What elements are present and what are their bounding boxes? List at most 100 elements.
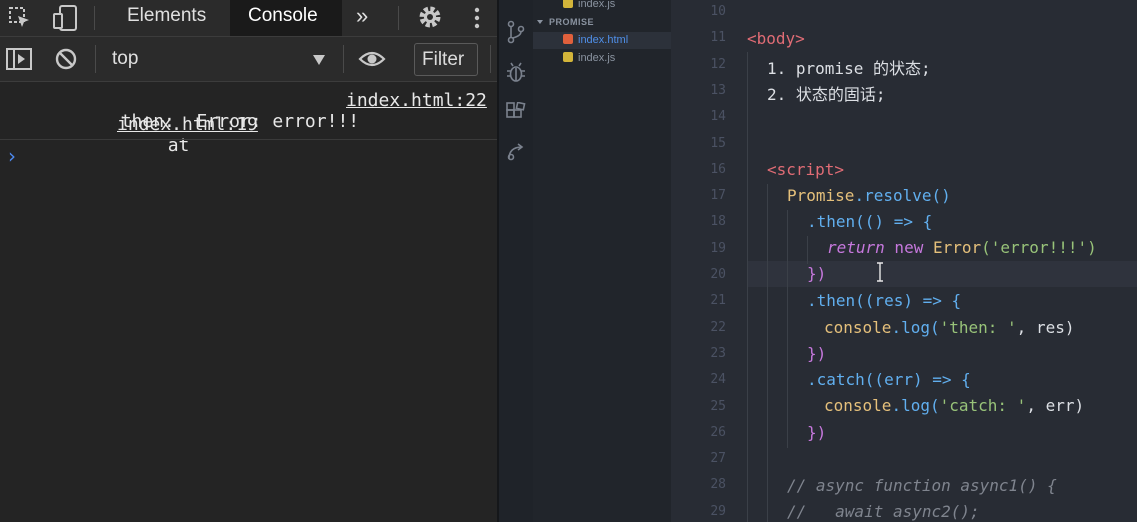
line-number: 23 [710, 345, 726, 361]
code-line-29: // await async2(); [787, 502, 980, 521]
html-tag: <script> [767, 160, 845, 179]
string-literal: ('error!!!') [981, 238, 1097, 257]
source-control-icon[interactable] [506, 20, 526, 44]
device-toolbar-icon[interactable] [52, 4, 78, 32]
line-number: 25 [710, 398, 726, 414]
bracket: }) [807, 264, 827, 283]
line-number: 27 [710, 451, 726, 467]
context-selector-value: top [112, 48, 139, 69]
code-line-12: 1. promise 的状态; [767, 55, 931, 79]
text-content: 1. promise 的状态; [767, 59, 931, 78]
filter-placeholder: Filter [422, 49, 465, 70]
extensions-icon[interactable] [506, 101, 526, 122]
line-number: 15 [710, 135, 726, 151]
argument: , err) [1026, 396, 1085, 415]
line-number: 29 [710, 503, 726, 519]
devtools-tabbar: Elements Console » [0, 0, 497, 37]
html-tag: <body> [747, 29, 805, 48]
tab-console[interactable]: Console [230, 0, 342, 36]
code-line-26: }) [807, 423, 826, 442]
line-number: 18 [710, 214, 726, 230]
code-line-25: console.log('catch: ', err) [824, 396, 1084, 415]
chevron-down-icon [312, 53, 326, 71]
line-number: 17 [710, 188, 726, 204]
debug-bug-icon[interactable] [506, 61, 526, 83]
html-file-icon [563, 34, 573, 44]
line-number: 24 [710, 372, 726, 388]
code-line-22: console.log('then: ', res) [824, 318, 1074, 337]
text-cursor-icon [875, 262, 885, 282]
file-item-index-html[interactable]: index.html [563, 32, 628, 48]
line-number: 19 [710, 240, 726, 256]
argument: , res) [1016, 318, 1075, 337]
file-item-index-js[interactable]: index.js [563, 50, 615, 66]
code-line-19: return new Error('error!!!') [827, 238, 1097, 257]
method-call: .log( [891, 396, 940, 415]
code-line-17: Promise.resolve() [787, 186, 951, 205]
line-number: 22 [710, 319, 726, 335]
method-call: .resolve() [854, 186, 951, 205]
message-divider [0, 139, 497, 140]
tab-elements[interactable]: Elements [127, 0, 206, 36]
text-content: 2. 状态的固话; [767, 85, 886, 104]
live-expression-eye-icon[interactable] [358, 48, 386, 70]
line-number: 16 [710, 161, 726, 177]
method-call: .then(() => { [807, 212, 933, 231]
inspect-element-icon[interactable] [8, 6, 32, 30]
keyword: new [884, 238, 933, 257]
js-file-icon [563, 52, 573, 62]
chevron-down-icon [537, 20, 543, 24]
code-line-16: <script> [767, 160, 844, 179]
string-literal: 'catch: ' [939, 396, 1027, 415]
settings-gear-icon[interactable] [417, 4, 443, 30]
file-name: index.js [578, 52, 616, 64]
line-number: 10 [710, 4, 726, 19]
bracket: }) [807, 423, 827, 442]
remote-explorer-icon[interactable] [506, 142, 526, 162]
indent-guide [787, 210, 788, 448]
line-number: 26 [710, 424, 726, 440]
code-line-18: .then(() => { [807, 212, 932, 231]
sidebar-toggle-icon[interactable] [6, 48, 32, 70]
bracket: }) [807, 344, 827, 363]
keyword: return [827, 238, 885, 257]
method-call: .catch((err) => { [807, 370, 971, 389]
js-file-icon [563, 0, 573, 8]
line-number: 28 [710, 477, 726, 493]
code-line-24: .catch((err) => { [807, 370, 971, 389]
current-line-highlight [747, 261, 1137, 287]
indent-guide [747, 52, 748, 522]
console-prompt[interactable]: › [0, 142, 497, 170]
identifier: console [824, 396, 892, 415]
line-number: 11 [710, 30, 726, 46]
line-number: 12 [710, 56, 726, 72]
prompt-chevron-icon: › [8, 144, 16, 168]
filter-input[interactable]: Filter [414, 43, 478, 76]
screen: Elements Console » top Filter then: Erro… [0, 0, 1137, 522]
kebab-menu-icon[interactable] [472, 6, 482, 30]
source-link[interactable]: index.html:22 [346, 90, 487, 111]
identifier: Error [932, 238, 982, 257]
stack-source-link[interactable]: index.html:19 [117, 114, 258, 135]
code-line-23: }) [807, 344, 826, 363]
clear-console-icon[interactable] [55, 48, 77, 70]
explorer-section-title[interactable]: PROMISE [537, 17, 594, 27]
comment: // await async2(); [787, 502, 980, 521]
comment: // async function async1() { [787, 476, 1057, 495]
string-literal: 'then: ' [939, 318, 1017, 337]
line-number: 14 [710, 109, 726, 125]
context-selector[interactable]: top [104, 43, 334, 75]
code-line-28: // async function async1() { [787, 476, 1057, 495]
more-tabs-button[interactable]: » [356, 0, 368, 36]
indent-guide [807, 236, 808, 264]
code-line-13: 2. 状态的固话; [767, 81, 886, 105]
code-editor[interactable]: 10 11 12 13 14 15 16 17 18 19 20 21 22 23 24 25 26 27 28 29… [671, 0, 1137, 522]
file-explorer: index.js PROMISE index.html index.js [533, 0, 671, 522]
line-number: 13 [710, 82, 726, 98]
file-item[interactable]: index.js [563, 0, 615, 12]
file-name: index.js [578, 0, 616, 10]
code-line-20: }) [807, 264, 826, 283]
line-number: 20 [710, 267, 726, 282]
indent-guide [767, 184, 768, 522]
devtools-panel: Elements Console » top Filter then: Erro… [0, 0, 497, 522]
